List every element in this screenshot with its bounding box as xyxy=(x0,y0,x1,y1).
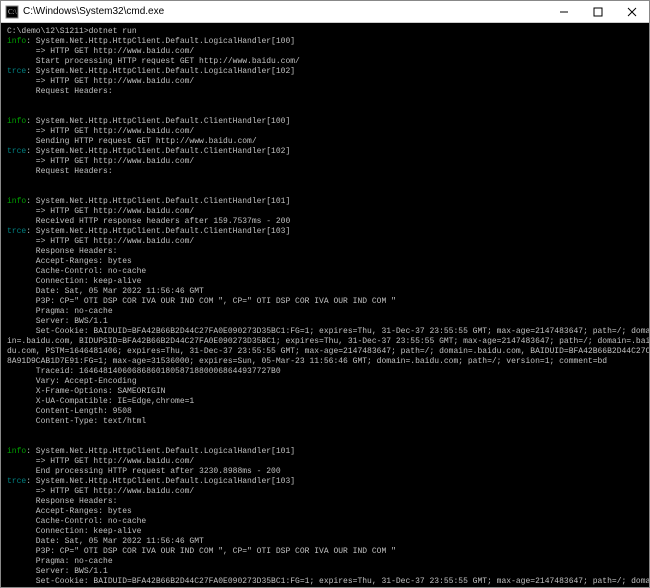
window-title: C:\Windows\System32\cmd.exe xyxy=(23,6,547,17)
terminal-line: Accept-Ranges: bytes xyxy=(7,257,643,267)
terminal-line: Set-Cookie: BAIDUID=BFA42B66B2D44C27FA0E… xyxy=(7,577,643,587)
terminal-line: Traceid: 1646481406068686018058718800068… xyxy=(7,367,643,377)
terminal-line: Date: Sat, 05 Mar 2022 11:56:46 GMT xyxy=(7,537,643,547)
terminal-line xyxy=(7,107,643,117)
maximize-button[interactable] xyxy=(581,1,615,23)
terminal-line: Response Headers: xyxy=(7,497,643,507)
terminal-line: Set-Cookie: BAIDUID=BFA42B66B2D44C27FA0E… xyxy=(7,327,643,337)
terminal-line: Content-Length: 9508 xyxy=(7,407,643,417)
terminal-line: Connection: keep-alive xyxy=(7,277,643,287)
terminal-line: X-Frame-Options: SAMEORIGIN xyxy=(7,387,643,397)
terminal-line: Request Headers: xyxy=(7,167,643,177)
terminal-line: => HTTP GET http://www.baidu.com/ xyxy=(7,47,643,57)
titlebar[interactable]: C:\ C:\Windows\System32\cmd.exe xyxy=(1,1,649,23)
terminal-line xyxy=(7,97,643,107)
terminal-line: Server: BWS/1.1 xyxy=(7,317,643,327)
terminal-line: Pragma: no-cache xyxy=(7,557,643,567)
terminal-line: info: System.Net.Http.HttpClient.Default… xyxy=(7,197,643,207)
terminal-line: Date: Sat, 05 Mar 2022 11:56:46 GMT xyxy=(7,287,643,297)
terminal-line: Received HTTP response headers after 159… xyxy=(7,217,643,227)
terminal-line: 8A91D9CAB1D7E91:FG=1; max-age=31536000; … xyxy=(7,357,643,367)
terminal-line: => HTTP GET http://www.baidu.com/ xyxy=(7,487,643,497)
terminal-line xyxy=(7,427,643,437)
terminal-line: => HTTP GET http://www.baidu.com/ xyxy=(7,457,643,467)
terminal-line: => HTTP GET http://www.baidu.com/ xyxy=(7,157,643,167)
terminal-line: du.com, PSTM=1646481406; expires=Thu, 31… xyxy=(7,347,643,357)
svg-text:C:\: C:\ xyxy=(8,8,17,16)
cmd-icon: C:\ xyxy=(5,5,19,19)
terminal-line: Pragma: no-cache xyxy=(7,307,643,317)
terminal-line xyxy=(7,437,643,447)
terminal-line: Request Headers: xyxy=(7,87,643,97)
terminal-line: => HTTP GET http://www.baidu.com/ xyxy=(7,77,643,87)
terminal-line: info: System.Net.Http.HttpClient.Default… xyxy=(7,37,643,47)
terminal-line: info: System.Net.Http.HttpClient.Default… xyxy=(7,117,643,127)
terminal-line: trce: System.Net.Http.HttpClient.Default… xyxy=(7,67,643,77)
terminal-line: X-UA-Compatible: IE=Edge,chrome=1 xyxy=(7,397,643,407)
terminal-line: trce: System.Net.Http.HttpClient.Default… xyxy=(7,477,643,487)
terminal-line: Response Headers: xyxy=(7,247,643,257)
terminal-line: Accept-Ranges: bytes xyxy=(7,507,643,517)
terminal-line: Start processing HTTP request GET http:/… xyxy=(7,57,643,67)
terminal-line: C:\demo\12\S1211>dotnet run xyxy=(7,27,643,37)
terminal-line: trce: System.Net.Http.HttpClient.Default… xyxy=(7,147,643,157)
window: C:\ C:\Windows\System32\cmd.exe C:\demo\… xyxy=(0,0,650,588)
terminal-line: trce: System.Net.Http.HttpClient.Default… xyxy=(7,227,643,237)
terminal-line: Cache-Control: no-cache xyxy=(7,517,643,527)
terminal-line: Server: BWS/1.1 xyxy=(7,567,643,577)
terminal-line: => HTTP GET http://www.baidu.com/ xyxy=(7,207,643,217)
terminal-line: Vary: Accept-Encoding xyxy=(7,377,643,387)
terminal-line: Cache-Control: no-cache xyxy=(7,267,643,277)
terminal-line: => HTTP GET http://www.baidu.com/ xyxy=(7,127,643,137)
terminal-line: => HTTP GET http://www.baidu.com/ xyxy=(7,237,643,247)
terminal-line: info: System.Net.Http.HttpClient.Default… xyxy=(7,447,643,457)
terminal-line: Content-Type: text/html xyxy=(7,417,643,427)
terminal-line: Connection: keep-alive xyxy=(7,527,643,537)
terminal-line xyxy=(7,187,643,197)
terminal-line xyxy=(7,177,643,187)
terminal-line: P3P: CP=" OTI DSP COR IVA OUR IND COM ",… xyxy=(7,547,643,557)
terminal-line: P3P: CP=" OTI DSP COR IVA OUR IND COM ",… xyxy=(7,297,643,307)
close-button[interactable] xyxy=(615,1,649,23)
terminal-line: Sending HTTP request GET http://www.baid… xyxy=(7,137,643,147)
minimize-button[interactable] xyxy=(547,1,581,23)
terminal-line: End processing HTTP request after 3230.8… xyxy=(7,467,643,477)
terminal-output[interactable]: C:\demo\12\S1211>dotnet runinfo: System.… xyxy=(1,23,649,587)
terminal-line: in=.baidu.com, BIDUPSID=BFA42B66B2D44C27… xyxy=(7,337,643,347)
